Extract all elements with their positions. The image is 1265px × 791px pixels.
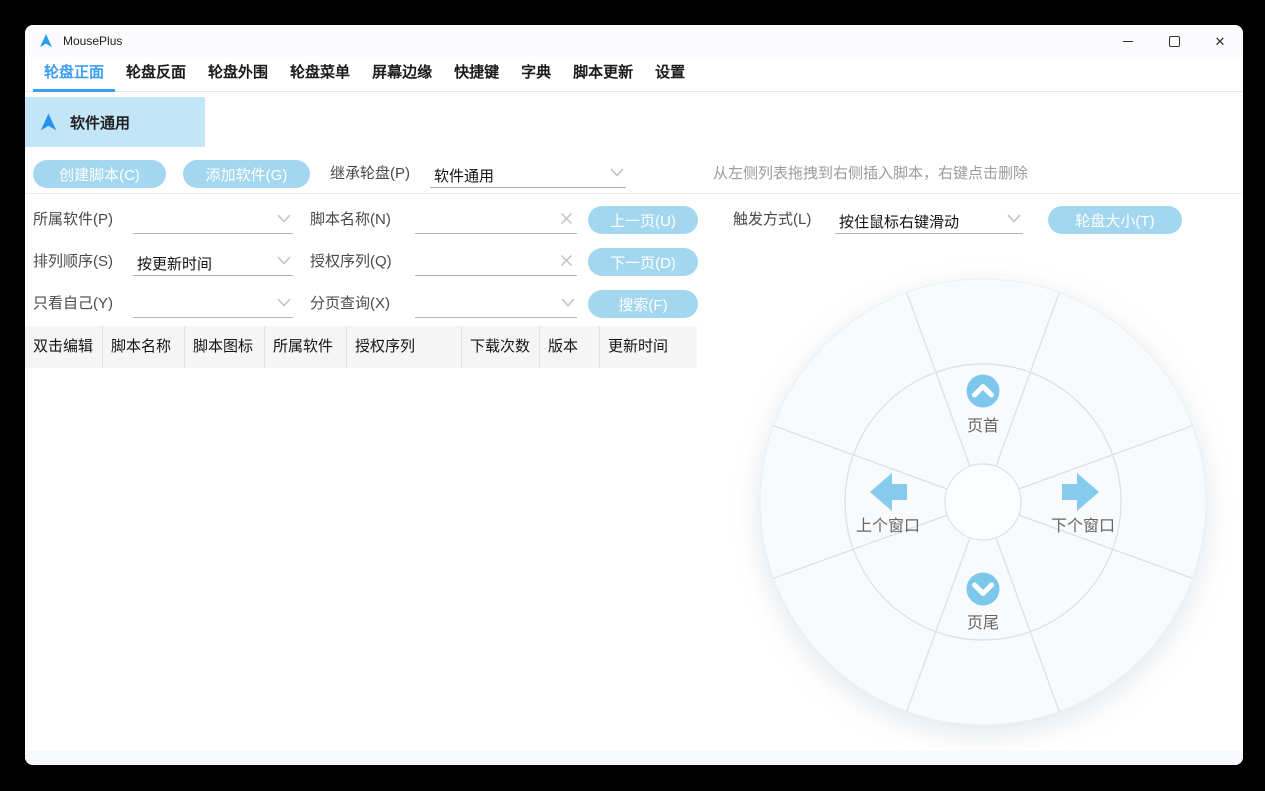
chevron-down-icon <box>277 214 291 223</box>
close-icon: ✕ <box>1214 33 1226 49</box>
wheel-profile-card[interactable]: 软件通用 <box>25 97 205 147</box>
close-button[interactable]: ✕ <box>1197 25 1243 57</box>
sort-order-label: 排列顺序(S) <box>33 253 113 270</box>
trigger-mode-select[interactable]: 按住鼠标右键滑动 <box>835 207 1023 234</box>
trigger-mode-value: 按住鼠标右键滑动 <box>839 214 960 231</box>
inherit-wheel-label: 继承轮盘(P) <box>330 165 410 182</box>
tab-wheel-outer[interactable]: 轮盘外围 <box>197 57 279 92</box>
tab-dictionary[interactable]: 字典 <box>510 57 562 92</box>
clear-icon[interactable] <box>560 254 573 267</box>
app-window: MousePlus ✕ 轮盘正面 轮盘反面 轮盘外围 轮盘菜单 屏幕边缘 快捷键… <box>25 25 1243 765</box>
minimize-icon <box>1123 40 1133 42</box>
owner-software-label: 所属软件(P) <box>33 211 113 228</box>
col-double-click-edit[interactable]: 双击编辑 <box>25 326 103 368</box>
title-bar: MousePlus ✕ <box>25 25 1243 57</box>
chevron-down-icon <box>610 168 624 177</box>
tab-wheel-menu[interactable]: 轮盘菜单 <box>279 57 361 92</box>
tab-hotkeys[interactable]: 快捷键 <box>443 57 510 92</box>
toolbar-divider <box>25 193 1243 194</box>
col-script-icon[interactable]: 脚本图标 <box>185 326 265 368</box>
paging-query-select[interactable] <box>415 291 577 318</box>
license-serial-label: 授权序列(Q) <box>310 253 392 270</box>
drag-hint-text: 从左侧列表拖拽到右侧插入脚本，右键点击删除 <box>713 165 1029 182</box>
tab-wheel-front[interactable]: 轮盘正面 <box>33 57 116 92</box>
wheel-item-label: 页尾 <box>967 615 999 632</box>
script-name-label: 脚本名称(N) <box>310 211 391 228</box>
wheel-item-label: 页首 <box>967 417 999 435</box>
trigger-mode-label: 触发方式(L) <box>733 211 812 228</box>
only-mine-label: 只看自己(Y) <box>33 295 113 312</box>
wheel-preview[interactable]: 页首 上个窗口 下个窗口 页尾 <box>753 272 1213 732</box>
mouseplus-logo-icon <box>40 34 52 48</box>
chevron-down-icon <box>277 256 291 265</box>
wheel-size-button[interactable]: 轮盘大小(T) <box>1048 206 1182 234</box>
only-mine-select[interactable] <box>133 291 293 318</box>
chevron-up-circle-icon <box>966 374 1000 408</box>
chevron-down-icon <box>1007 214 1021 223</box>
inherit-wheel-select[interactable]: 软件通用 <box>430 161 626 188</box>
script-table-header: 双击编辑 脚本名称 脚本图标 所属软件 授权序列 下载次数 版本 更新时间 <box>25 326 697 368</box>
tab-bar: 轮盘正面 轮盘反面 轮盘外围 轮盘菜单 屏幕边缘 快捷键 字典 脚本更新 设置 <box>25 57 1243 92</box>
sort-order-select[interactable]: 按更新时间 <box>133 249 293 276</box>
wheel-profile-label: 软件通用 <box>70 114 131 132</box>
wheel-item-label: 下个窗口 <box>1051 517 1115 535</box>
col-update-time[interactable]: 更新时间 <box>600 326 697 368</box>
clear-icon[interactable] <box>560 212 573 225</box>
minimize-button[interactable] <box>1105 25 1151 57</box>
license-serial-input[interactable] <box>415 249 577 276</box>
prev-page-button[interactable]: 上一页(U) <box>588 206 698 234</box>
tab-wheel-back[interactable]: 轮盘反面 <box>115 57 197 92</box>
search-button[interactable]: 搜索(F) <box>588 290 698 318</box>
sort-order-value: 按更新时间 <box>137 256 213 273</box>
col-owner-software[interactable]: 所属软件 <box>265 326 347 368</box>
inherit-wheel-value: 软件通用 <box>434 168 495 185</box>
window-footer-strip <box>25 751 1243 765</box>
cursor-arrow-icon <box>40 113 57 130</box>
col-version[interactable]: 版本 <box>540 326 600 368</box>
create-script-button[interactable]: 创建脚本(C) <box>33 160 166 188</box>
paging-query-label: 分页查询(X) <box>310 295 390 312</box>
col-license-serial[interactable]: 授权序列 <box>347 326 462 368</box>
script-name-input[interactable] <box>415 207 577 234</box>
window-controls: ✕ <box>1105 25 1243 57</box>
window-title: MousePlus <box>63 34 123 48</box>
tab-script-update[interactable]: 脚本更新 <box>562 57 644 92</box>
next-page-button[interactable]: 下一页(D) <box>588 248 698 276</box>
chevron-down-circle-icon <box>966 572 1000 606</box>
tab-screen-edge[interactable]: 屏幕边缘 <box>361 57 443 92</box>
col-download-count[interactable]: 下载次数 <box>462 326 540 368</box>
maximize-icon <box>1168 35 1180 47</box>
tab-settings[interactable]: 设置 <box>644 57 696 92</box>
chevron-down-icon <box>561 298 575 307</box>
wheel-item-label: 上个窗口 <box>856 517 920 535</box>
col-script-name[interactable]: 脚本名称 <box>103 326 185 368</box>
maximize-button[interactable] <box>1151 25 1197 57</box>
owner-software-select[interactable] <box>133 207 293 234</box>
wheel-hub <box>944 463 1022 541</box>
chevron-down-icon <box>277 298 291 307</box>
add-software-button[interactable]: 添加软件(G) <box>183 160 310 188</box>
